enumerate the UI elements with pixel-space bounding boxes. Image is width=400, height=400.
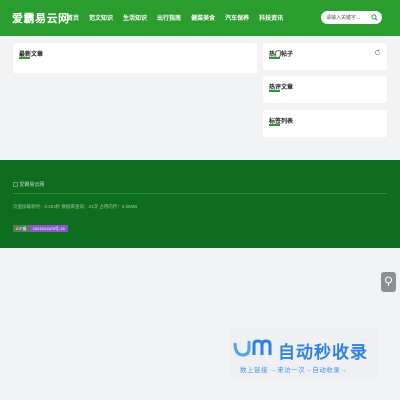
icp-badge[interactable]: ICP备 2024041525号-15 bbox=[13, 225, 68, 232]
auto-index-banner[interactable]: 自动秒收录 数上链接 →来访一次→自动收录→ bbox=[230, 329, 378, 379]
footer-logo: 爱霸易云网 bbox=[13, 181, 44, 188]
side-float-button[interactable] bbox=[381, 272, 396, 292]
title-underline bbox=[269, 57, 280, 59]
title-underline bbox=[19, 57, 30, 59]
footer-logo-alt: 爱霸易云网 bbox=[19, 182, 45, 188]
nav-item-car[interactable]: 汽车保养 bbox=[225, 13, 249, 22]
brand-logo-icon bbox=[233, 339, 272, 357]
tags-card: 标签列表 bbox=[263, 110, 387, 137]
banner-subtitle: 数上链接 →来访一次→自动收录→ bbox=[240, 367, 348, 374]
footer-divider bbox=[13, 193, 387, 194]
icp-badge-label: ICP备 bbox=[13, 225, 30, 232]
banner-title: 自动秒收录 bbox=[278, 343, 368, 362]
hot-posts-card: 热门帖子 bbox=[263, 43, 387, 70]
nav-item-food[interactable]: 健菜美食 bbox=[191, 13, 215, 22]
nav-item-life[interactable]: 生活知识 bbox=[123, 13, 147, 22]
site-logo[interactable]: 爱霸易云网 bbox=[12, 10, 70, 26]
lightbulb-icon bbox=[384, 276, 393, 286]
refresh-icon[interactable] bbox=[374, 49, 381, 56]
hot-articles-card: 热评文章 bbox=[263, 76, 387, 103]
main-nav: 首页 范文知识 生活知识 出行指南 健菜美食 汽车保养 科技资讯 bbox=[62, 13, 288, 22]
icp-badge-value: 2024041525号-15 bbox=[29, 225, 68, 232]
title-underline bbox=[269, 124, 280, 126]
broken-image-icon bbox=[13, 182, 18, 187]
nav-item-tech[interactable]: 科技资讯 bbox=[259, 13, 283, 22]
search-input[interactable] bbox=[326, 14, 370, 21]
nav-item-home[interactable]: 首页 bbox=[67, 13, 79, 22]
site-header: 爱霸易云网 首页 范文知识 生活知识 出行指南 健菜美食 汽车保养 科技资讯 bbox=[0, 0, 400, 36]
nav-item-essays[interactable]: 范文知识 bbox=[89, 13, 113, 22]
search-box bbox=[321, 11, 382, 24]
latest-articles-card: 最新文章 bbox=[13, 43, 257, 73]
nav-item-travel[interactable]: 出行指南 bbox=[157, 13, 181, 22]
title-underline bbox=[269, 90, 280, 92]
page-stats: 页面加载耗时：0.263秒 数据库查询：21次 占用内存：5.05MB bbox=[13, 204, 138, 209]
site-footer: 爱霸易云网 页面加载耗时：0.263秒 数据库查询：21次 占用内存：5.05M… bbox=[0, 160, 400, 248]
search-icon[interactable] bbox=[371, 14, 378, 21]
